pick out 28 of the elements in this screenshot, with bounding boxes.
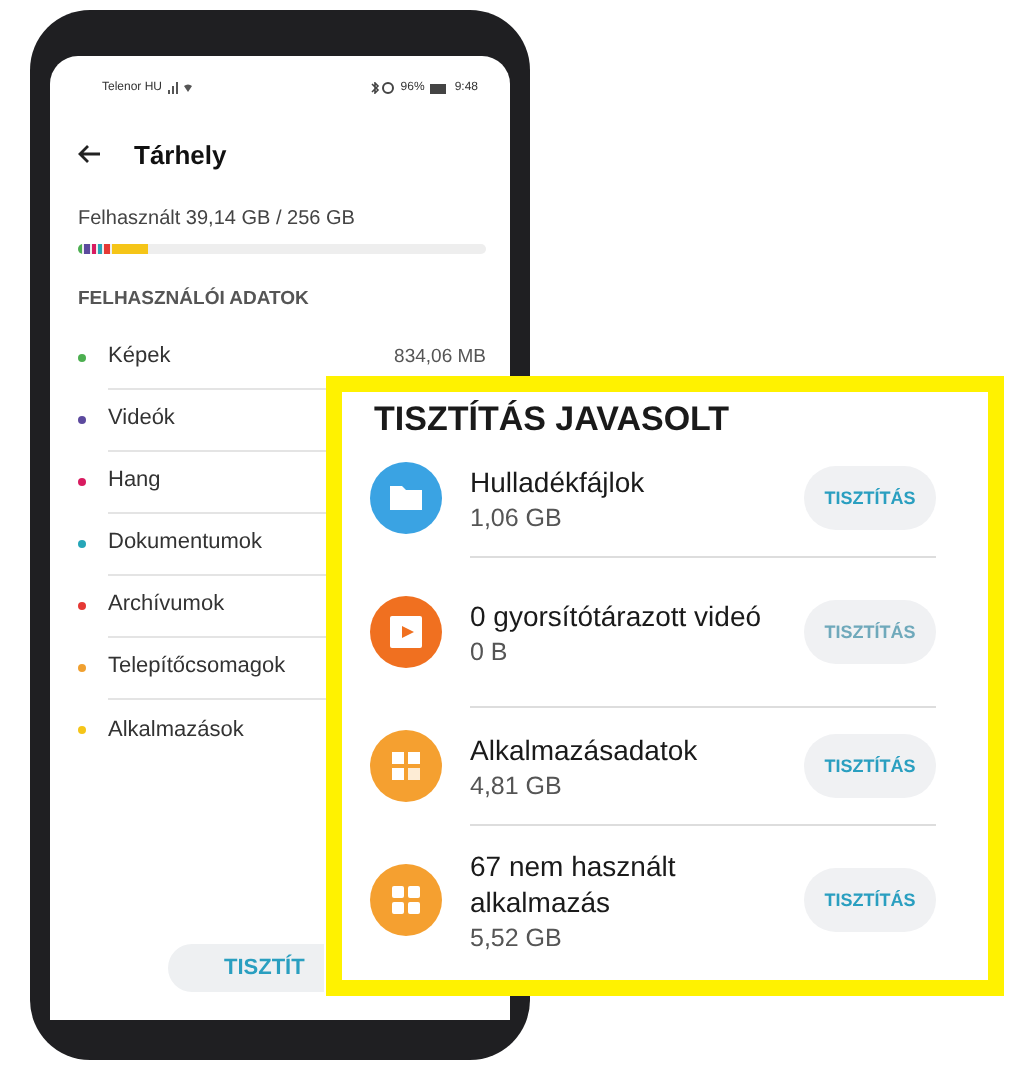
app-grid-icon	[370, 864, 442, 936]
category-name[interactable]: Hang	[108, 468, 161, 492]
item-name: Hulladékfájlok	[470, 464, 647, 500]
app-grid-icon	[370, 730, 442, 802]
battery-icon	[430, 83, 449, 93]
page-title: Tárhely	[134, 139, 227, 169]
category-name[interactable]: Dokumentumok	[108, 530, 263, 554]
item-name: 0 gyorsítótárazott videó	[470, 598, 764, 634]
category-name[interactable]: Archívumok	[108, 592, 225, 616]
category-size: 834,06 MB	[394, 345, 486, 367]
section-header: FELHASZNÁLÓI ADATOK	[78, 288, 311, 310]
category-name[interactable]: Videók	[108, 406, 175, 430]
storage-used-text: Felhasznált 39,14 GB / 256 GB	[78, 208, 357, 230]
category-name[interactable]: Alkalmazások	[108, 717, 244, 741]
item-size: 0 B	[470, 638, 510, 666]
bluetooth-icon	[370, 82, 395, 94]
item-name: 67 nem használt alkalmazás	[470, 848, 678, 920]
item-size: 1,06 GB	[470, 504, 564, 532]
video-icon	[370, 596, 442, 668]
callout-title: TISZTÍTÁS JAVASOLT	[374, 400, 732, 440]
category-name[interactable]: Telepítőcsomagok	[108, 654, 286, 678]
item-size: 5,52 GB	[470, 924, 564, 952]
item-name: Alkalmazásadatok	[470, 732, 700, 768]
item-size: 4,81 GB	[470, 772, 564, 800]
folder-icon	[370, 462, 442, 534]
signal-icon	[168, 82, 197, 94]
back-icon[interactable]	[78, 144, 102, 164]
category-name[interactable]: Képek	[108, 344, 171, 368]
